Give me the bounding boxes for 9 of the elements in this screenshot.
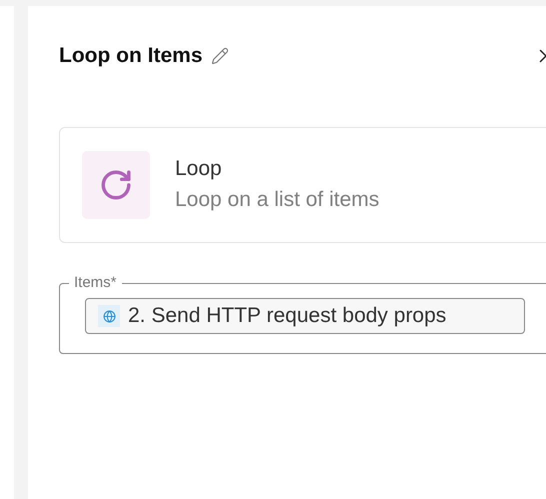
step-name: Loop (175, 156, 223, 182)
step-description: Loop on a list of items (175, 187, 380, 213)
globe-icon (98, 305, 120, 327)
field-label: Items* (73, 276, 118, 290)
panel-title: Loop on Items (59, 43, 202, 70)
items-field[interactable]: Items* 2. Send HTTP request body props (59, 276, 546, 354)
value-chip[interactable]: 2. Send HTTP request body props (85, 298, 525, 334)
edit-icon[interactable] (210, 47, 228, 65)
loop-icon (82, 151, 150, 219)
